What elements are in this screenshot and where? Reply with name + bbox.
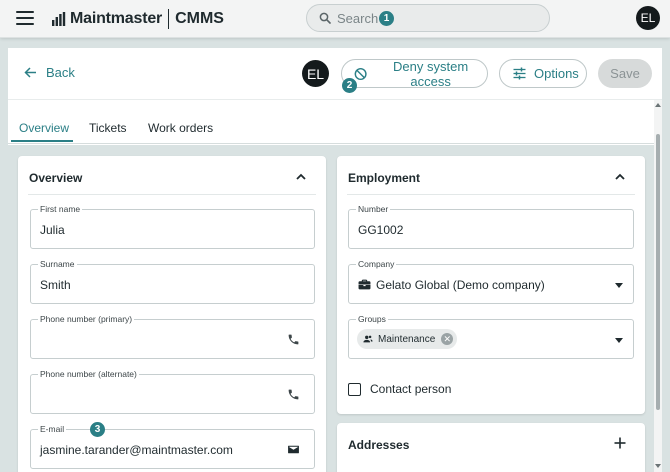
card-divider [347,194,635,195]
groups-select[interactable]: Groups Maintenance ✕ [348,314,634,359]
arrow-left-icon [24,67,36,78]
number-field[interactable]: Number GG1002 [348,204,634,249]
users-icon [363,335,373,343]
groups-label: Groups [356,314,388,324]
number-label: Number [356,204,391,214]
sliders-icon [513,67,526,80]
step-badge-1: 1 [379,11,394,26]
dropdown-caret-icon[interactable] [615,283,623,288]
product-name: CMMS [175,10,224,27]
back-button[interactable]: Back [24,65,75,80]
deny-system-access-button[interactable]: Deny system access [341,58,488,89]
menu-icon[interactable] [16,11,34,25]
tab-overview[interactable]: Overview [19,121,69,135]
chevron-up-icon[interactable] [613,170,627,184]
phone-icon [288,389,299,400]
dropdown-caret-icon[interactable] [615,338,623,343]
content-area: Overview First name Julia Surname Smith … [8,145,654,472]
scroll-down-icon[interactable] [655,464,661,468]
back-label: Back [46,65,75,80]
phone-icon [288,334,299,345]
email-value: jasmine.tarander@maintmaster.com [40,443,233,457]
employment-card: Employment Number GG1002 Company Gelato … [337,156,645,414]
surname-field[interactable]: Surname Smith [30,259,315,304]
deny-label: Deny system access [393,58,469,89]
app-bar: Maintmaster CMMS 1 EL [0,0,670,38]
chevron-up-icon[interactable] [294,170,308,184]
block-icon [354,67,367,80]
overview-card: Overview First name Julia Surname Smith … [18,156,326,472]
scroll-up-icon[interactable] [655,103,661,107]
addresses-title: Addresses [348,438,410,452]
email-field[interactable]: E-mail jasmine.tarander@maintmaster.com [30,424,315,469]
group-chip-maintenance[interactable]: Maintenance ✕ [357,329,458,349]
options-button[interactable]: Options [499,59,587,88]
company-label: Company [356,259,397,269]
save-button[interactable]: Save [598,59,652,88]
search-input[interactable] [337,10,497,26]
logo-separator [168,9,170,29]
employment-title: Employment [348,171,421,185]
overview-title: Overview [29,171,83,185]
remove-chip-icon[interactable]: ✕ [441,333,454,345]
tab-work-orders[interactable]: Work orders [148,121,213,135]
first-name-field[interactable]: First name Julia [30,204,315,249]
phone-primary-label: Phone number (primary) [38,314,135,324]
logo[interactable]: Maintmaster CMMS [52,8,224,30]
email-label: E-mail [38,424,67,434]
addresses-card: Addresses [337,423,645,472]
tab-bar: Overview Tickets Work orders [8,101,654,144]
phone-primary-field[interactable]: Phone number (primary) [30,314,315,359]
scrollbar-thumb[interactable] [656,134,660,410]
phone-alternate-field[interactable]: Phone number (alternate) [30,369,315,414]
briefcase-icon [358,279,371,290]
group-chip-label: Maintenance [378,333,436,345]
company-value: Gelato Global (Demo company) [376,278,545,292]
user-avatar[interactable]: EL [636,6,660,30]
number-value: GG1002 [358,223,404,237]
contact-person-label: Contact person [370,382,452,396]
plus-icon[interactable] [613,436,627,450]
toolbar: Back EL Deny system access 2 Options Sav… [8,48,662,100]
first-name-value: Julia [40,223,65,237]
first-name-label: First name [38,204,83,214]
record-avatar: EL [302,60,329,87]
contact-person-checkbox[interactable] [348,382,361,396]
search-box[interactable]: 1 [306,4,550,32]
mail-icon [288,445,299,454]
user-detail-panel: Back EL Deny system access 2 Options Sav… [8,48,662,472]
step-badge-3: 3 [90,422,105,437]
contact-person-row[interactable]: Contact person [348,382,451,396]
surname-label: Surname [38,259,77,269]
logo-mark-icon [52,12,66,26]
phone-alternate-label: Phone number (alternate) [38,369,139,379]
options-label: Options [534,66,579,81]
surname-value: Smith [40,278,71,292]
scrollbar[interactable] [654,100,662,472]
active-tab-indicator [11,140,73,142]
card-divider [28,194,316,195]
step-badge-2: 2 [342,78,357,93]
brand-name: Maintmaster [70,10,163,27]
company-select[interactable]: Company Gelato Global (Demo company) [348,259,634,304]
search-icon [319,12,331,24]
tab-tickets[interactable]: Tickets [89,121,127,135]
